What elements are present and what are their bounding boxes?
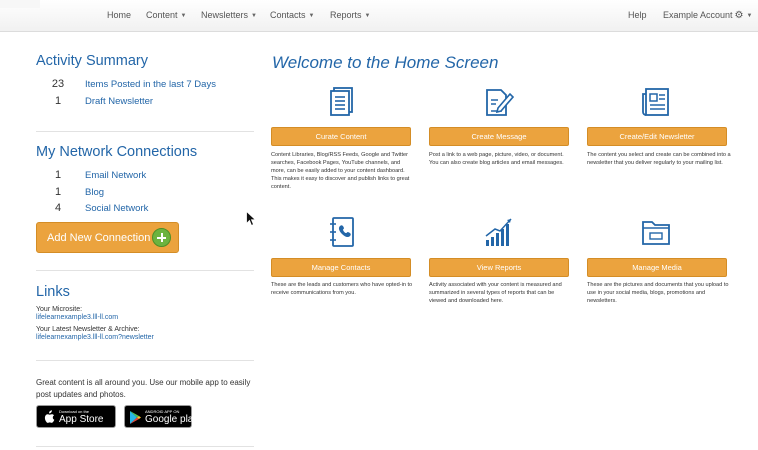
nav-content[interactable]: Content ▼	[146, 10, 186, 20]
microsite-link[interactable]: lifelearnexample3.lll-ll.com	[36, 314, 118, 321]
stat-link-email-network[interactable]: Email Network	[85, 170, 146, 181]
top-navbar: Home Content ▼ Newsletters ▼ Contacts ▼ Rep…	[0, 0, 758, 32]
stat-link-social-network[interactable]: Social Network	[85, 203, 148, 214]
nav-home[interactable]: Home	[107, 10, 131, 20]
divider	[36, 131, 254, 132]
chevron-down-icon: ▼	[746, 13, 753, 19]
app-store-big-text: App Store	[59, 414, 104, 425]
microsite-label: Your Microsite:	[36, 306, 83, 313]
curate-content-description: Content Libraries, Blog/RSS Feeds, Googl…	[271, 152, 410, 190]
nav-contacts-label: Contacts	[270, 10, 306, 20]
stat-link-items-posted[interactable]: Items Posted in the last 7 Days	[85, 79, 216, 90]
divider	[36, 270, 254, 271]
curate-content-button[interactable]: Curate Content	[271, 127, 411, 146]
mobile-app-promo-text: Great content is all around you. Use our…	[36, 378, 251, 399]
mouse-cursor-icon	[246, 211, 256, 227]
stat-link-blog[interactable]: Blog	[85, 187, 104, 198]
network-connections-title: My Network Connections	[36, 144, 198, 160]
stat-count: 1	[54, 186, 62, 198]
chevron-down-icon: ▼	[308, 13, 315, 19]
chevron-down-icon: ▼	[364, 13, 371, 19]
create-message-button[interactable]: Create Message	[429, 127, 569, 146]
divider	[36, 360, 254, 361]
google-play-icon	[130, 411, 141, 424]
folder-icon	[642, 221, 670, 245]
manage-contacts-description: These are the leads and customers who ha…	[271, 282, 413, 296]
stat-count: 23	[51, 78, 65, 90]
nav-content-label: Content	[146, 10, 178, 20]
manage-media-description: These are the pictures and documents tha…	[587, 282, 729, 304]
google-play-big-text: Google play	[145, 414, 199, 425]
add-connection-label: Add New Connection	[47, 232, 151, 244]
chevron-down-icon: ▼	[251, 13, 257, 19]
page-title: Welcome to the Home Screen	[272, 53, 499, 72]
view-reports-button[interactable]: View Reports	[429, 258, 569, 277]
divider	[36, 446, 254, 447]
links-title: Links	[36, 284, 70, 300]
address-book-icon	[330, 217, 354, 247]
activity-summary-title: Activity Summary	[36, 53, 148, 69]
google-play-button[interactable]: ANDROID APP ON Google play	[124, 405, 198, 428]
newspaper-icon	[642, 88, 669, 116]
newsletter-archive-link[interactable]: lifelearnexample3.lll-ll.com?newsletter	[36, 334, 154, 341]
stat-count: 1	[54, 95, 62, 107]
create-edit-newsletter-description: The content you select and create can be…	[587, 152, 731, 166]
manage-media-button[interactable]: Manage Media	[587, 258, 727, 277]
nav-reports-label: Reports	[330, 10, 362, 20]
stat-count: 4	[54, 202, 62, 214]
newsletter-archive-label: Your Latest Newsletter & Archive:	[36, 326, 140, 333]
manage-contacts-button[interactable]: Manage Contacts	[271, 258, 411, 277]
document-stack-icon	[330, 87, 353, 116]
logo-area	[0, 0, 40, 8]
view-reports-description: Activity associated with your content is…	[429, 282, 562, 304]
plus-icon	[152, 228, 171, 247]
nav-newsletters-label: Newsletters	[201, 10, 249, 20]
app-store-button[interactable]: Download on the App Store	[36, 405, 116, 428]
nav-reports[interactable]: Reports ▼	[330, 10, 370, 20]
bar-chart-icon	[485, 218, 512, 246]
nav-contacts[interactable]: Contacts ▼	[270, 10, 314, 20]
apple-icon	[44, 410, 55, 423]
add-new-connection-button[interactable]: Add New Connection	[36, 222, 179, 253]
nav-help[interactable]: Help	[628, 10, 647, 20]
chevron-down-icon: ▼	[180, 13, 187, 19]
stat-link-draft-newsletter[interactable]: Draft Newsletter	[85, 96, 153, 107]
nav-newsletters[interactable]: Newsletters ▼	[201, 10, 257, 20]
stat-count: 1	[54, 169, 62, 181]
edit-document-icon	[486, 89, 514, 116]
nav-account-label: Example Account	[663, 10, 733, 20]
create-edit-newsletter-button[interactable]: Create/Edit Newsletter	[587, 127, 727, 146]
create-message-description: Post a link to a web page, picture, vide…	[429, 152, 564, 166]
gear-icon: ⚙	[734, 10, 744, 21]
nav-account[interactable]: Example Account ⚙ ▼	[663, 10, 752, 21]
